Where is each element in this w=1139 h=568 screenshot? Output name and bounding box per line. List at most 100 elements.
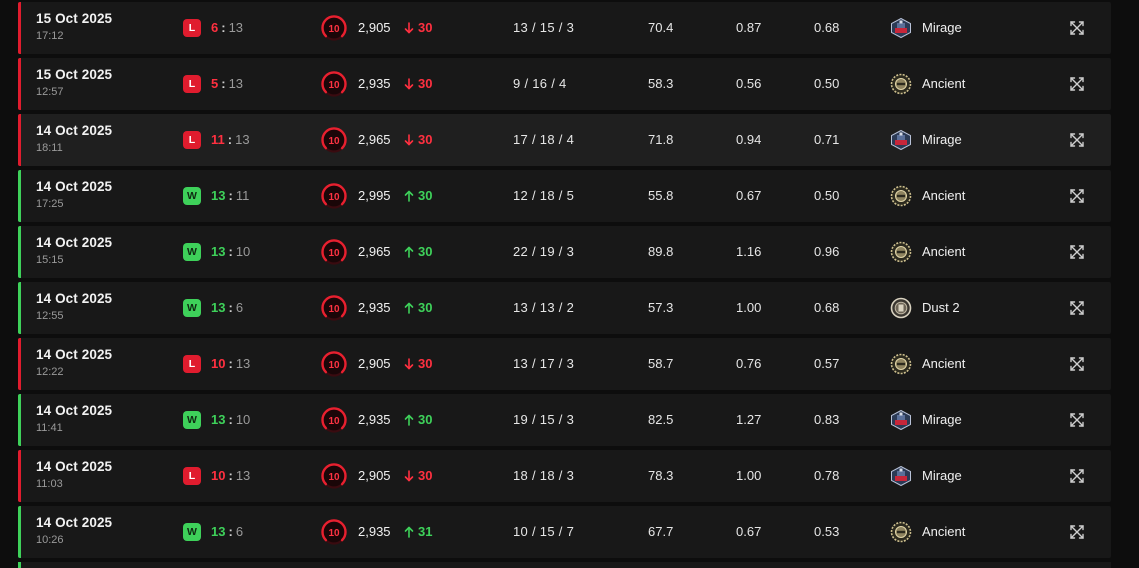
expand-arrows-glyph [1070, 133, 1084, 147]
expand-arrows-icon[interactable] [1068, 187, 1086, 205]
match-score: 13:10 [211, 244, 250, 259]
match-time: 12:22 [36, 366, 64, 378]
match-row[interactable]: 14 Oct 2025 17:25 W 13:11 10 2,995 30 12… [18, 170, 1111, 222]
level-number: 10 [328, 472, 340, 483]
expand-arrows-icon[interactable] [1068, 411, 1086, 429]
result-badge: W [183, 243, 201, 261]
adr-value: 89.8 [648, 244, 674, 259]
score-separator: : [227, 132, 233, 147]
expand-arrows-glyph [1070, 21, 1084, 35]
kd-ratio-value: 1.00 [736, 300, 762, 315]
elo-change-value: 31 [418, 524, 433, 539]
match-score: 5:13 [211, 76, 243, 91]
elo-change: 30 [404, 188, 432, 203]
score-opponent: 6 [235, 300, 244, 315]
ancient-map-icon [890, 521, 912, 543]
kr-ratio-value: 0.50 [814, 188, 840, 203]
expand-arrows-icon[interactable] [1068, 299, 1086, 317]
score-opponent: 10 [235, 412, 251, 427]
match-date: 14 Oct 2025 [36, 515, 113, 530]
score-own: 11 [211, 132, 225, 147]
expand-arrows-glyph [1070, 413, 1084, 427]
kr-ratio-value: 0.57 [814, 356, 840, 371]
elo-change: 30 [404, 356, 432, 371]
expand-arrows-icon[interactable] [1068, 75, 1086, 93]
elo-change: 30 [404, 244, 432, 259]
elo-change: 30 [404, 300, 432, 315]
expand-arrows-icon[interactable] [1068, 467, 1086, 485]
kr-ratio-value: 0.50 [814, 76, 840, 91]
score-own: 13 [211, 244, 226, 259]
elo-change: 31 [404, 524, 432, 539]
expand-arrows-icon[interactable] [1068, 131, 1086, 149]
match-row[interactable]: 14 Oct 2025 15:15 W 13:10 10 2,965 30 22… [18, 226, 1111, 278]
score-own: 5 [211, 76, 219, 91]
match-date: 14 Oct 2025 [36, 459, 113, 474]
score-separator: : [228, 468, 233, 483]
arrow-up-icon [404, 526, 414, 538]
elo-value: 2,995 [358, 188, 391, 203]
match-row-partial[interactable] [18, 562, 1111, 568]
kr-ratio-value: 0.96 [814, 244, 840, 259]
ancient-map-icon [890, 241, 912, 263]
expand-arrows-icon[interactable] [1068, 243, 1086, 261]
elo-change-value: 30 [418, 20, 433, 35]
score-own: 13 [211, 188, 226, 203]
result-indicator-bar [18, 338, 21, 390]
match-score: 10:13 [211, 356, 250, 371]
match-date: 15 Oct 2025 [36, 67, 113, 82]
result-badge: L [183, 467, 201, 485]
match-row[interactable]: 14 Oct 2025 10:26 W 13:6 10 2,935 31 10 … [18, 506, 1111, 558]
match-row[interactable]: 14 Oct 2025 11:41 W 13:10 10 2,935 30 19… [18, 394, 1111, 446]
match-score: 13:11 [211, 188, 249, 203]
kda-value: 22 / 19 / 3 [513, 244, 575, 259]
score-opponent: 13 [235, 132, 250, 147]
ancient-map-icon [890, 353, 912, 375]
match-row[interactable]: 14 Oct 2025 11:03 L 10:13 10 2,905 30 18… [18, 450, 1111, 502]
map-name: Mirage [922, 20, 962, 35]
level-number: 10 [328, 360, 340, 371]
match-time: 17:25 [36, 198, 64, 210]
level-number: 10 [328, 416, 340, 427]
expand-arrows-icon[interactable] [1068, 355, 1086, 373]
match-score: 13:6 [211, 300, 243, 315]
match-time: 12:57 [36, 86, 64, 98]
result-indicator-bar [18, 506, 21, 558]
match-date: 15 Oct 2025 [36, 11, 113, 26]
elo-value: 2,935 [358, 300, 391, 315]
result-indicator-bar [18, 394, 21, 446]
faceit-level-10-icon: 10 [321, 519, 347, 545]
mirage-map-icon [890, 17, 912, 39]
result-badge: L [183, 131, 201, 149]
match-date: 14 Oct 2025 [36, 403, 113, 418]
match-row[interactable]: 14 Oct 2025 12:22 L 10:13 10 2,905 30 13… [18, 338, 1111, 390]
expand-arrows-icon[interactable] [1068, 523, 1086, 541]
level-number: 10 [328, 304, 340, 315]
adr-value: 55.8 [648, 188, 674, 203]
expand-arrows-glyph [1070, 301, 1084, 315]
match-date: 14 Oct 2025 [36, 235, 113, 250]
match-row[interactable]: 14 Oct 2025 12:55 W 13:6 10 2,935 30 13 … [18, 282, 1111, 334]
kr-ratio-value: 0.78 [814, 468, 840, 483]
adr-value: 67.7 [648, 524, 674, 539]
kd-ratio-value: 1.16 [736, 244, 762, 259]
adr-value: 78.3 [648, 468, 674, 483]
kd-ratio-value: 1.27 [736, 412, 762, 427]
match-row[interactable]: 14 Oct 2025 18:11 L 11:13 10 2,965 30 17… [18, 114, 1111, 166]
result-badge: L [183, 355, 201, 373]
result-indicator-bar [18, 2, 21, 54]
match-row[interactable]: 15 Oct 2025 12:57 L 5:13 10 2,935 30 9 /… [18, 58, 1111, 110]
match-time: 15:15 [36, 254, 64, 266]
expand-arrows-glyph [1070, 525, 1084, 539]
elo-value: 2,935 [358, 76, 391, 91]
arrow-down-icon [404, 21, 414, 33]
elo-change: 30 [404, 76, 432, 91]
level-number: 10 [328, 528, 340, 539]
score-separator: : [228, 524, 233, 539]
kr-ratio-value: 0.68 [814, 300, 840, 315]
expand-arrows-glyph [1070, 189, 1084, 203]
result-badge: W [183, 299, 201, 317]
match-row[interactable]: 15 Oct 2025 17:12 L 6:13 10 2,905 30 13 … [18, 2, 1111, 54]
elo-change-value: 30 [418, 300, 433, 315]
expand-arrows-icon[interactable] [1068, 19, 1086, 37]
